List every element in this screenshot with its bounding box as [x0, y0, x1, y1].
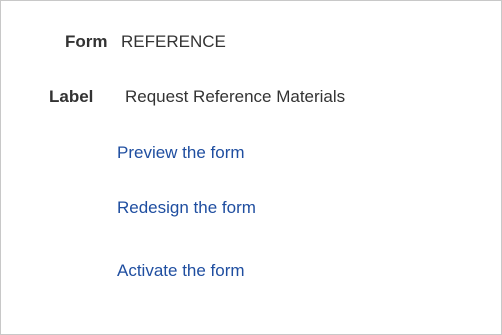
preview-form-link[interactable]: Preview the form: [117, 143, 245, 163]
form-details-panel: Form REFERENCE Label Request Reference M…: [0, 0, 502, 335]
form-field-label: Form: [65, 32, 108, 51]
label-field-label: Label: [49, 87, 94, 106]
form-field-value: REFERENCE: [121, 32, 226, 51]
label-field-value: Request Reference Materials: [125, 87, 346, 106]
redesign-form-link[interactable]: Redesign the form: [117, 198, 256, 218]
activate-form-link[interactable]: Activate the form: [117, 261, 245, 281]
